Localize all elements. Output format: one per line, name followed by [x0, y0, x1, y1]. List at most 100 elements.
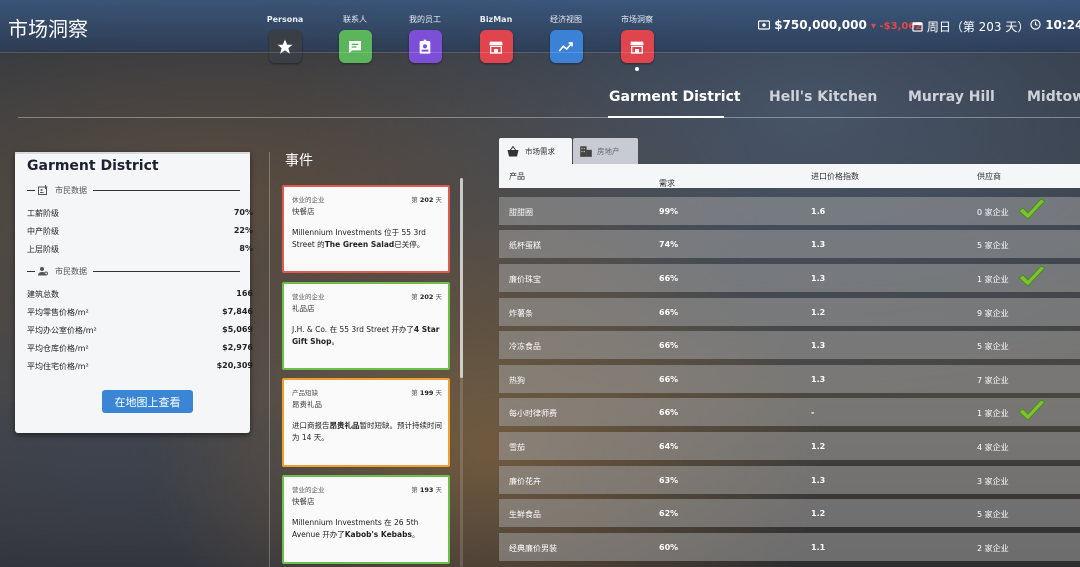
tab-market-demand[interactable]: 市场需求	[499, 138, 572, 164]
cell-suppliers: 1 家企业	[977, 275, 1009, 284]
column-header-suppliers[interactable]: 供应商	[977, 171, 1001, 182]
nav-economy[interactable]: 经济视图	[536, 14, 596, 63]
trend-chart-icon[interactable]	[549, 30, 583, 63]
event-day-number: 193	[419, 486, 434, 494]
cell-demand: 66%	[659, 274, 679, 283]
nav-label: BizMan	[479, 15, 513, 24]
table-row[interactable]: 每小时律师费 66% - 1 家企业	[499, 398, 1080, 426]
event-card[interactable]: 休业的企业 第 202 天 快餐店 Millennium Investments…	[282, 185, 450, 273]
cell-import-index: 1.1	[811, 543, 826, 552]
nav-persona[interactable]: Persona	[255, 14, 315, 63]
cell-import-index: 1.3	[811, 341, 826, 350]
event-day-prefix: 第	[411, 486, 418, 494]
nav-label: 我的员工	[409, 15, 441, 24]
table-row[interactable]: 经典廉价男装 60% 1.1 2 家企业	[499, 533, 1080, 561]
table-row[interactable]: 炸薯条 66% 1.2 9 家企业	[499, 298, 1080, 326]
event-type: 营业的企业	[292, 293, 325, 301]
cell-suppliers: 5 家企业	[977, 510, 1009, 519]
events-title: 事件	[285, 153, 313, 169]
cell-import-index: 1.3	[811, 476, 826, 485]
cell-import-index: 1.3	[811, 274, 826, 283]
section-label: 市民数据	[55, 185, 87, 195]
view-on-map-button[interactable]: 在地图上查看	[102, 390, 193, 413]
event-body: Millennium Investments 在 26 5th Avenue 开…	[292, 517, 446, 541]
market-table-header: 产品 ⌄ 需求 进口价格指数 供应商	[499, 164, 1080, 188]
nav-label: 经济视图	[550, 15, 582, 24]
cell-demand: 60%	[659, 543, 679, 552]
stat-label: 上层阶级	[27, 245, 59, 254]
district-tab-midtown[interactable]: Midtown	[1027, 89, 1080, 105]
stat-value: $2,976	[222, 343, 253, 352]
store-icon[interactable]	[620, 30, 654, 63]
cell-product: 冷冻食品	[509, 342, 541, 351]
district-divider	[18, 117, 1080, 118]
cell-suppliers: 5 家企业	[977, 241, 1009, 250]
stat-label: 平均办公室价格/m²	[27, 326, 97, 335]
event-type: 休业的企业	[292, 196, 325, 204]
table-row[interactable]: 雪茄 64% 1.2 4 家企业	[499, 432, 1080, 460]
table-row[interactable]: 甜甜圈 99% 1.6 0 家企业	[499, 197, 1080, 225]
table-row[interactable]: 纸杯蛋糕 74% 1.3 5 家企业	[499, 230, 1080, 258]
table-row[interactable]: 廉价珠宝 66% 1.3 1 家企业	[499, 264, 1080, 292]
nav-market-insight[interactable]: 市场洞察	[607, 14, 667, 71]
event-card[interactable]: 产品短缺 第 199 天 昂贵礼品 进口商报告昂贵礼品暂时短缺。预计持续时间为 …	[282, 378, 450, 467]
stat-label: 中产阶级	[27, 227, 59, 236]
column-divider	[269, 152, 270, 567]
money-display: $750,000,000 ▾ -$3,062	[757, 18, 922, 33]
table-row[interactable]: 生鲜食品 62% 1.2 5 家企业	[499, 499, 1080, 527]
event-card[interactable]: 营业的企业 第 202 天 礼品店 J.H. & Co. 在 55 3rd St…	[282, 282, 450, 370]
cell-product: 经典廉价男装	[509, 544, 557, 553]
event-day-number: 199	[419, 389, 434, 397]
events-scrollbar-thumb[interactable]	[460, 178, 463, 378]
event-type: 营业的企业	[292, 486, 325, 494]
tab-real-estate[interactable]: 房地产	[573, 138, 638, 164]
nav-bizman[interactable]: BizMan	[466, 14, 526, 63]
nav-employees[interactable]: 我的员工	[395, 14, 455, 63]
table-row[interactable]: 冷冻食品 66% 1.3 5 家企业	[499, 331, 1080, 359]
column-header-import-index[interactable]: 进口价格指数	[811, 171, 859, 182]
basket-icon	[507, 145, 519, 156]
table-row[interactable]: 廉价花卉 63% 1.3 3 家企业	[499, 466, 1080, 494]
stat-label: 工薪阶级	[27, 209, 59, 218]
cell-demand: 66%	[659, 408, 679, 417]
table-row[interactable]: 热狗 66% 1.3 7 家企业	[499, 365, 1080, 393]
cell-product: 廉价珠宝	[509, 275, 541, 284]
cell-suppliers: 2 家企业	[977, 544, 1009, 553]
event-card[interactable]: 营业的企业 第 193 天 快餐店 Millennium Investments…	[282, 475, 450, 564]
cell-product: 热狗	[509, 376, 525, 385]
stat-label: 平均住宅价格/m²	[27, 362, 89, 371]
section-line	[93, 270, 240, 272]
store-icon[interactable]	[479, 30, 513, 63]
event-subject: 昂贵礼品	[292, 400, 322, 409]
cell-product: 每小时律师费	[509, 409, 557, 418]
column-header-product[interactable]: 产品	[509, 171, 525, 182]
nav-label: 联系人	[343, 15, 367, 24]
nav-contacts[interactable]: 联系人	[325, 14, 385, 63]
district-tab-hells-kitchen[interactable]: Hell's Kitchen	[769, 89, 877, 105]
chat-icon[interactable]	[338, 30, 372, 63]
section-tick	[27, 270, 35, 272]
card-top-border	[15, 152, 250, 154]
stat-value: $5,069	[222, 325, 253, 334]
stat-value: 8%	[239, 244, 253, 253]
cell-product: 纸杯蛋糕	[509, 241, 541, 250]
time-value: 10:24	[1045, 18, 1080, 32]
event-day-suffix: 天	[435, 486, 443, 494]
star-icon[interactable]	[268, 30, 302, 63]
event-day: 第 193 天	[411, 484, 442, 494]
event-body-text: 。	[331, 337, 339, 346]
district-tab-garment[interactable]: Garment District	[609, 89, 741, 105]
district-tab-murray-hill[interactable]: Murray Hill	[908, 89, 995, 105]
column-header-label: 需求	[659, 179, 675, 188]
event-body: 进口商报告昂贵礼品暂时短缺。预计持续时间为 14 天。	[292, 420, 446, 444]
money-value: $750,000,000	[774, 18, 867, 32]
stat-row: 平均零售价格/m² $7,846	[27, 307, 253, 318]
stat-label: 建筑总数	[27, 290, 59, 299]
stat-row: 工薪阶级 70%	[27, 208, 253, 219]
cell-import-index: -	[811, 408, 815, 417]
top-divider	[0, 52, 1080, 53]
stat-row: 上层阶级 8%	[27, 244, 253, 255]
cell-suppliers: 1 家企业	[977, 409, 1009, 418]
stat-value: 166	[236, 289, 253, 298]
id-badge-icon[interactable]	[408, 30, 442, 63]
